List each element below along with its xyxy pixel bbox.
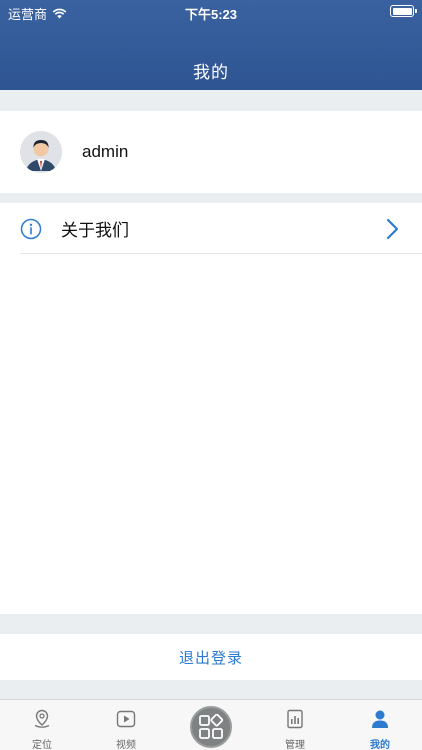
tab-manage[interactable]: 管理 — [253, 700, 337, 750]
tab-label-location: 定位 — [32, 740, 52, 750]
chevron-right-icon — [386, 218, 399, 240]
page-title: 我的 — [193, 63, 229, 82]
tab-label-mine: 我的 — [370, 740, 390, 750]
tab-label-manage: 管理 — [285, 740, 305, 750]
battery-level — [392, 7, 412, 15]
status-bar: 运营商 下午5:23 — [0, 0, 422, 22]
logout-label: 退出登录 — [178, 649, 243, 667]
person-icon — [372, 710, 388, 728]
info-icon — [20, 218, 42, 239]
profile-row[interactable]: admin — [0, 111, 422, 193]
apps-grid-icon — [199, 714, 224, 739]
menu-list: 关于我们 — [0, 203, 422, 614]
logout-button[interactable]: 退出登录 — [0, 634, 422, 680]
header: 运营商 下午5:23 我的 — [0, 0, 422, 90]
username: admin — [82, 142, 129, 161]
report-icon — [287, 709, 303, 729]
battery-icon — [390, 5, 417, 17]
tab-label-video: 视频 — [116, 740, 136, 750]
user-avatar-icon — [20, 131, 62, 173]
video-icon — [116, 710, 136, 728]
tab-mine[interactable]: 我的 — [338, 700, 422, 750]
location-icon — [34, 709, 50, 728]
center-apps-button[interactable] — [190, 706, 232, 748]
tab-video[interactable]: 视频 — [84, 700, 168, 750]
about-us-item[interactable]: 关于我们 — [0, 203, 422, 254]
about-us-label: 关于我们 — [61, 221, 129, 240]
tab-location[interactable]: 定位 — [0, 700, 84, 750]
status-time: 下午5:23 — [184, 7, 238, 22]
